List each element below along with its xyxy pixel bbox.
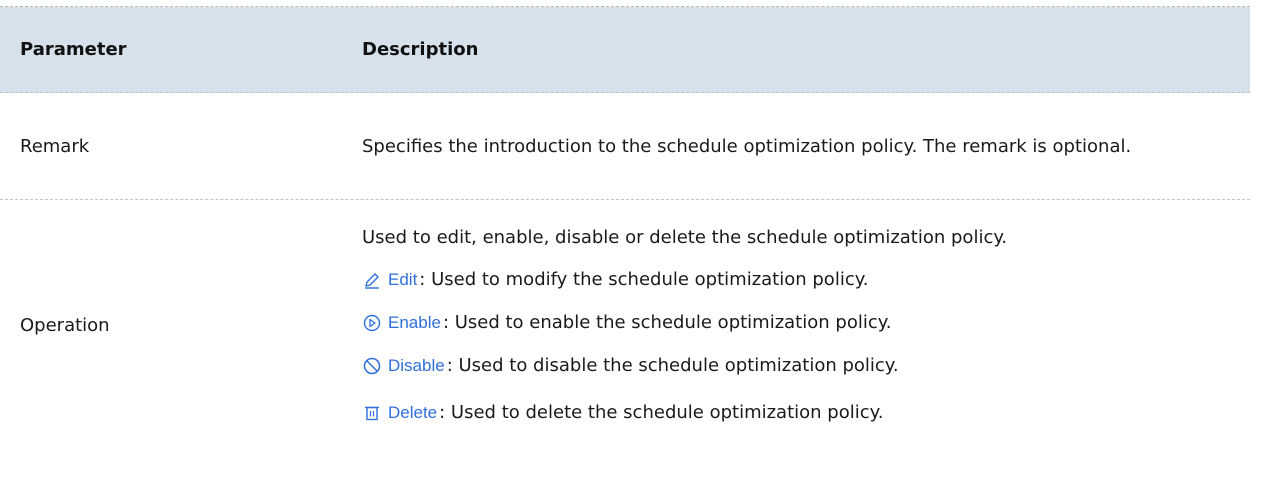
edit-button[interactable]: Edit bbox=[362, 270, 417, 290]
prohibit-icon bbox=[363, 357, 381, 374]
enable-button[interactable]: Enable bbox=[362, 313, 441, 333]
play-circle-icon bbox=[363, 314, 381, 331]
operation-item-edit: Edit : Used to modify the schedule optim… bbox=[362, 267, 1236, 293]
edit-description: : Used to modify the schedule optimizati… bbox=[419, 269, 869, 290]
delete-button[interactable]: Delete bbox=[362, 403, 437, 423]
pencil-icon bbox=[365, 272, 379, 289]
table-row: Remark Specifies the introduction to the… bbox=[0, 93, 1250, 200]
disable-label: Disable bbox=[388, 355, 445, 375]
table-header: Parameter Description bbox=[0, 7, 1250, 93]
enable-description: : Used to enable the schedule optimizati… bbox=[442, 312, 892, 333]
operation-item-disable: Disable : Used to disable the schedule o… bbox=[362, 353, 1236, 379]
enable-label: Enable bbox=[388, 312, 441, 332]
param-description: Specifies the introduction to the schedu… bbox=[362, 135, 1132, 157]
operation-intro: Used to edit, enable, disable or delete … bbox=[362, 226, 1008, 248]
operation-item-delete: Delete : Used to delete the schedule opt… bbox=[362, 400, 1236, 426]
trash-icon bbox=[365, 406, 379, 420]
delete-label: Delete bbox=[388, 402, 438, 422]
disable-description: : Used to disable the schedule optimizat… bbox=[446, 355, 899, 376]
operation-item-enable: Enable : Used to enable the schedule opt… bbox=[362, 310, 1236, 336]
param-name: Remark bbox=[20, 135, 90, 157]
parameter-table: Parameter Description Remark Specifies t… bbox=[0, 6, 1250, 450]
param-description: Used to edit, enable, disable or delete … bbox=[350, 225, 1250, 426]
header-parameter: Parameter bbox=[20, 39, 127, 60]
edit-label: Edit bbox=[388, 269, 418, 289]
table-row: Operation Used to edit, enable, disable … bbox=[0, 200, 1250, 450]
header-description: Description bbox=[362, 39, 479, 60]
disable-button[interactable]: Disable bbox=[362, 356, 445, 376]
delete-description: : Used to delete the schedule optimizati… bbox=[439, 402, 884, 423]
param-name: Operation bbox=[20, 314, 110, 336]
